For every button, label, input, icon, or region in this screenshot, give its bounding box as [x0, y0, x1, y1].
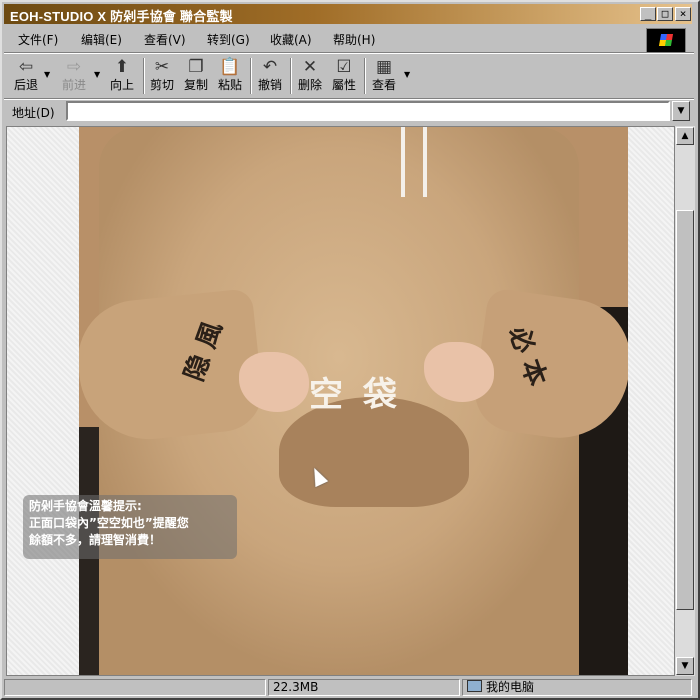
hoodie-drawstrings	[401, 127, 427, 197]
cut-button[interactable]: ✂ 剪切	[146, 56, 178, 96]
delete-x-icon: ✕	[302, 57, 318, 77]
back-dropdown-icon[interactable]: ▼	[44, 70, 50, 79]
left-sleeve	[79, 287, 266, 447]
up-label: 向上	[109, 78, 134, 92]
properties-button[interactable]: ☑ 屬性	[328, 56, 360, 96]
paste-button[interactable]: 📋 粘贴	[214, 56, 246, 96]
scroll-up-button[interactable]: ▲	[676, 127, 694, 145]
notice-line: 防剁手協會溫馨提示:	[29, 499, 142, 513]
windows-flag-icon	[658, 34, 674, 46]
back-label: 后退	[13, 78, 38, 92]
content-area: 隐 風 必 本 空 袋 防剁手協會溫馨提示: 正面口袋內”空空如也”提醒您 餘額…	[6, 126, 675, 676]
toolbar-separator	[143, 58, 145, 94]
properties-icon: ☑	[336, 57, 352, 77]
undo-label: 撤销	[257, 78, 282, 92]
copy-icon: ❐	[188, 57, 204, 77]
menu-file[interactable]: 文件(F)	[18, 31, 58, 48]
notice-line: 正面口袋內”空空如也”提醒您	[29, 516, 189, 530]
copy-label: 复制	[183, 78, 208, 92]
up-folder-icon: ⬆	[114, 57, 130, 77]
address-input[interactable]	[66, 101, 670, 121]
notice-line: 餘額不多，請理智消費！	[29, 533, 162, 547]
notice-overlay: 防剁手協會溫馨提示: 正面口袋內”空空如也”提醒您 餘額不多，請理智消費！	[23, 495, 237, 559]
menu-bar: 文件(F) 编辑(E) 查看(V) 转到(G) 收藏(A) 帮助(H)	[4, 26, 692, 54]
undo-button[interactable]: ↶ 撤销	[254, 56, 286, 96]
clipboard-icon: 📋	[219, 57, 241, 77]
menu-view[interactable]: 查看(V)	[144, 31, 186, 48]
cut-label: 剪切	[149, 78, 174, 92]
my-computer-icon	[467, 680, 482, 692]
pocket-print-text: 空 袋	[309, 375, 401, 415]
undo-icon: ↶	[262, 57, 278, 77]
window-title: EOH-STUDIO X 防剁手協會 聯合監製	[10, 9, 233, 24]
minimize-button[interactable]: _	[640, 7, 656, 21]
views-button[interactable]: ▦ 查看	[368, 56, 400, 96]
forward-dropdown-icon[interactable]: ▼	[94, 70, 100, 79]
toolbar-separator	[250, 58, 252, 94]
status-location: 我的电脑	[486, 680, 535, 694]
status-size: 22.3MB	[268, 679, 460, 696]
explorer-window: EOH-STUDIO X 防剁手協會 聯合監製 _ □ × 文件(F) 编辑(E…	[0, 0, 700, 700]
scroll-thumb[interactable]	[676, 210, 694, 610]
copy-button[interactable]: ❐ 复制	[180, 56, 212, 96]
menu-edit[interactable]: 编辑(E)	[81, 31, 122, 48]
status-bar: 22.3MB 我的电脑	[4, 678, 694, 696]
menu-favorites[interactable]: 收藏(A)	[270, 31, 312, 48]
scissors-icon: ✂	[154, 57, 170, 77]
forward-arrow-icon: ⇨	[66, 57, 82, 77]
toolbar-separator	[290, 58, 292, 94]
delete-label: 删除	[297, 78, 322, 92]
forward-button[interactable]: ⇨ 前进	[58, 56, 90, 96]
address-bar: 地址(D) ▼	[4, 100, 692, 124]
back-button[interactable]: ⇦ 后退	[10, 56, 42, 96]
address-label: 地址(D)	[12, 106, 55, 120]
vertical-scrollbar[interactable]: ▲ ▼	[675, 126, 695, 676]
menu-go[interactable]: 转到(G)	[207, 31, 250, 48]
paste-label: 粘贴	[217, 78, 242, 92]
properties-label: 屬性	[331, 78, 356, 92]
address-dropdown-button[interactable]: ▼	[672, 101, 690, 121]
back-arrow-icon: ⇦	[18, 57, 34, 77]
up-button[interactable]: ⬆ 向上	[106, 56, 138, 96]
status-panel-main	[4, 679, 266, 696]
toolbar: ⇦ 后退 ▼ ⇨ 前进 ▼ ⬆ 向上 ✂ 剪切 ❐ 复制 📋 粘贴 ↶ 撤销 ✕…	[4, 54, 692, 98]
scroll-down-button[interactable]: ▼	[676, 657, 694, 675]
toolbar-separator	[364, 58, 366, 94]
status-location-panel: 我的电脑	[462, 679, 692, 696]
delete-button[interactable]: ✕ 删除	[294, 56, 326, 96]
forward-label: 前进	[61, 78, 86, 92]
views-dropdown-icon[interactable]: ▼	[404, 70, 410, 79]
views-label: 查看	[371, 78, 396, 92]
hoodie-photo: 隐 風 必 本 空 袋	[79, 127, 628, 675]
view-grid-icon: ▦	[375, 57, 393, 77]
maximize-button[interactable]: □	[657, 7, 673, 21]
menu-help[interactable]: 帮助(H)	[333, 31, 375, 48]
windows-logo	[646, 28, 686, 54]
close-button[interactable]: ×	[675, 7, 691, 21]
title-bar[interactable]: EOH-STUDIO X 防剁手協會 聯合監製 _ □ ×	[4, 4, 692, 24]
